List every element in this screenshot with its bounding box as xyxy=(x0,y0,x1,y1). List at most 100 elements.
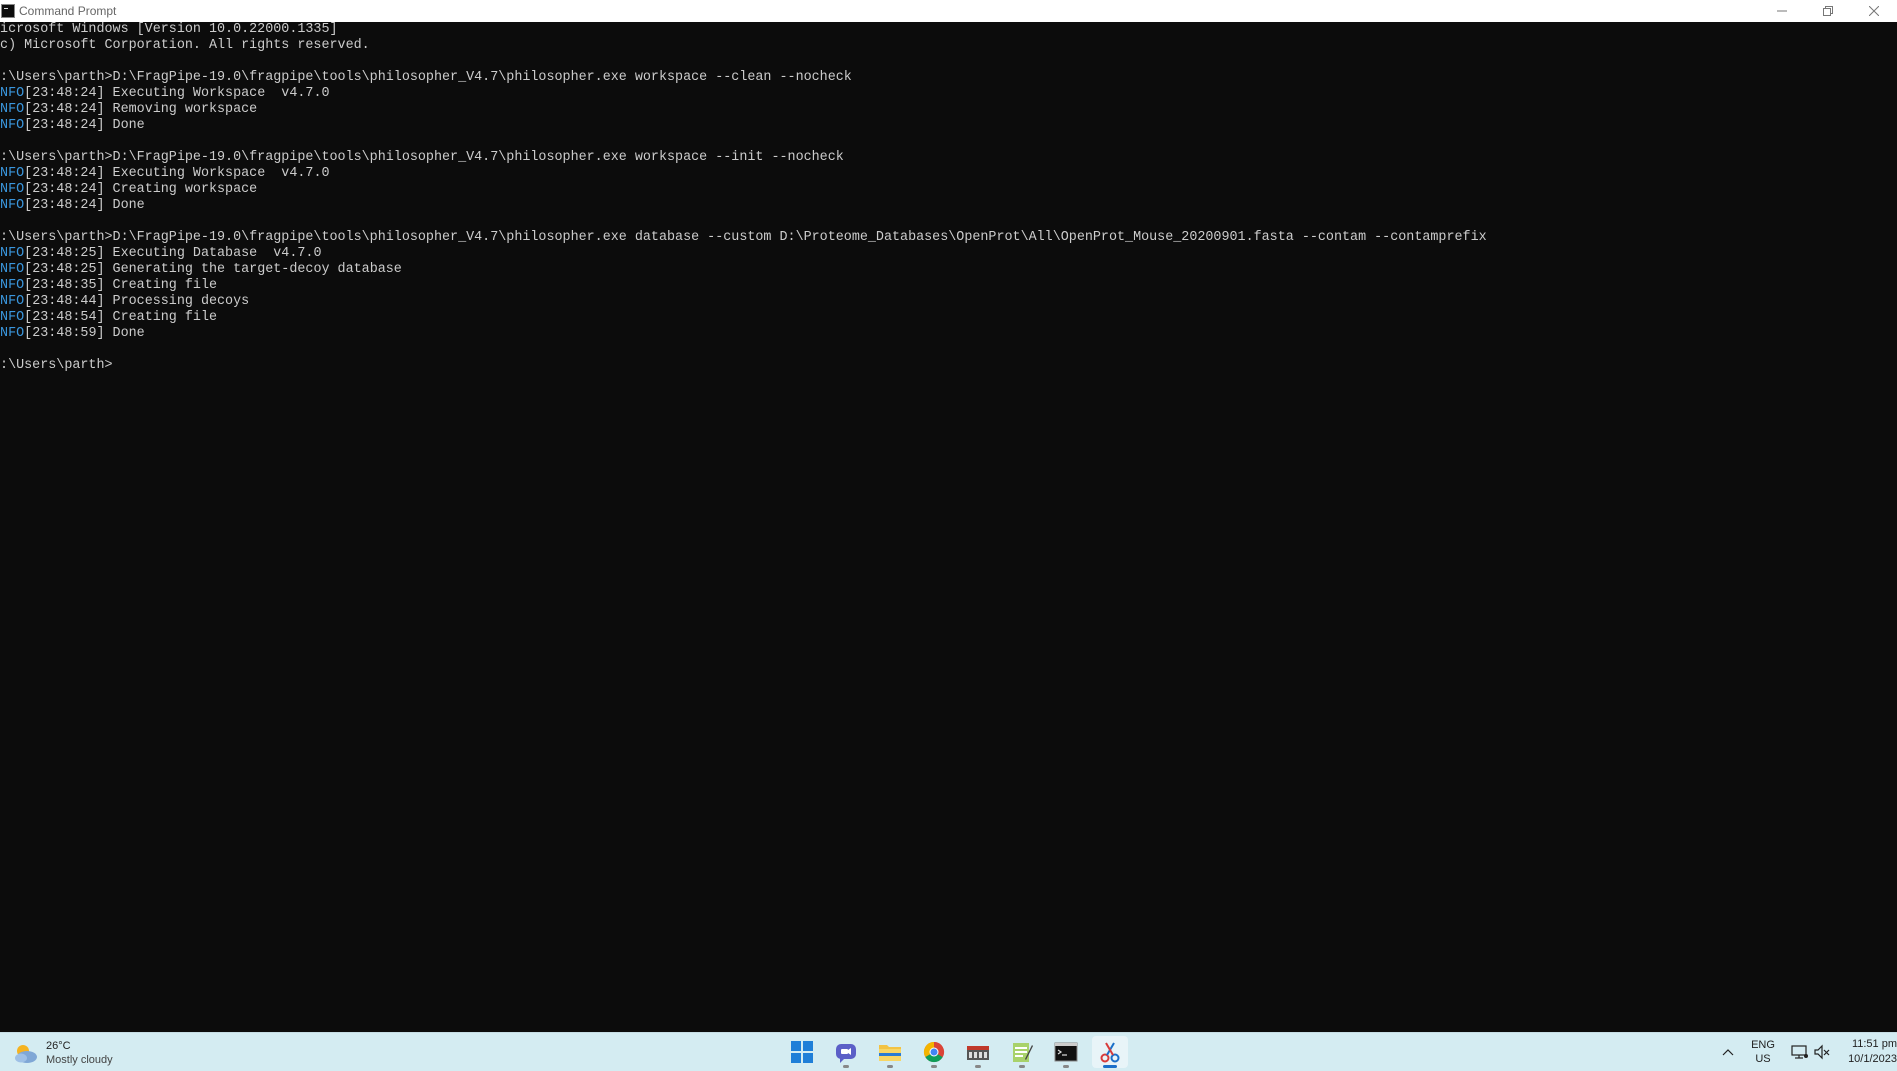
console-text: C:\Users\parth> xyxy=(0,358,113,373)
file-explorer-button[interactable] xyxy=(872,1036,908,1068)
console-line: INFO[23:48:25] Generating the target-dec… xyxy=(0,262,1897,278)
weather-temperature: 26°C xyxy=(46,1039,71,1052)
running-indicator xyxy=(887,1065,893,1068)
minimize-button[interactable] xyxy=(1759,0,1805,22)
log-level-label: INFO xyxy=(0,310,25,325)
console-text: [23:48:44] Processing decoys xyxy=(24,294,250,309)
console-text: C:\Users\parth>D:\FragPipe-19.0\fragpipe… xyxy=(0,230,1487,245)
running-indicator xyxy=(931,1065,937,1068)
console-text: [23:48:54] Creating file xyxy=(24,310,218,325)
log-level-label: INFO xyxy=(0,278,25,293)
console-output[interactable]: Microsoft Windows [Version 10.0.22000.13… xyxy=(0,22,1897,1032)
log-level-label: INFO xyxy=(0,118,25,133)
console-text: [23:48:24] Done xyxy=(24,198,145,213)
restore-icon xyxy=(1823,6,1833,16)
console-line: INFO[23:48:24] Executing Workspace v4.7.… xyxy=(0,86,1897,102)
console-line: INFO[23:48:59] Done xyxy=(0,326,1897,342)
console-line: INFO[23:48:24] Done xyxy=(0,118,1897,134)
log-level-label: INFO xyxy=(0,198,25,213)
speaker-muted-icon xyxy=(1811,1042,1833,1062)
partly-cloudy-icon xyxy=(10,1041,40,1065)
media-app-button[interactable] xyxy=(960,1036,996,1068)
log-level-label: INFO xyxy=(0,326,25,341)
window-title: Command Prompt xyxy=(19,4,117,18)
clock[interactable]: 11:51 pm 10/1/2023 xyxy=(1839,1037,1897,1067)
command-prompt-button[interactable] xyxy=(1048,1036,1084,1068)
console-text: C:\Users\parth>D:\FragPipe-19.0\fragpipe… xyxy=(0,70,852,85)
console-line: INFO[23:48:24] Done xyxy=(0,198,1897,214)
console-text: Microsoft Windows [Version 10.0.22000.13… xyxy=(0,22,338,37)
chrome-icon xyxy=(923,1041,945,1063)
clock-date: 10/1/2023 xyxy=(1848,1053,1897,1065)
console-line: INFO[23:48:24] Executing Workspace v4.7.… xyxy=(0,166,1897,182)
running-indicator xyxy=(975,1065,981,1068)
console-text: [23:48:24] Executing Workspace v4.7.0 xyxy=(24,166,330,181)
chevron-up-icon xyxy=(1722,1049,1734,1056)
command-prompt-icon xyxy=(1,4,15,18)
console-line: C:\Users\parth>D:\FragPipe-19.0\fragpipe… xyxy=(0,70,1897,86)
language-code: ENG xyxy=(1751,1039,1775,1051)
log-level-label: INFO xyxy=(0,166,25,181)
clock-time: 11:51 pm xyxy=(1851,1038,1897,1050)
film-icon xyxy=(967,1046,989,1060)
console-line: (c) Microsoft Corporation. All rights re… xyxy=(0,38,1897,54)
language-indicator[interactable]: ENG US xyxy=(1743,1038,1783,1066)
title-bar: Command Prompt xyxy=(0,0,1897,22)
console-line: C:\Users\parth> xyxy=(0,358,1897,374)
teams-chat-button[interactable] xyxy=(828,1036,864,1068)
running-indicator xyxy=(1019,1065,1025,1068)
taskbar: 26°C Mostly cloudy ENG US 11:51 pm 10/1/… xyxy=(0,1032,1897,1071)
console-text: [23:48:59] Done xyxy=(24,326,145,341)
console-text: C:\Users\parth>D:\FragPipe-19.0\fragpipe… xyxy=(0,150,844,165)
log-level-label: INFO xyxy=(0,182,25,197)
show-hidden-icons-button[interactable] xyxy=(1713,1048,1743,1056)
log-level-label: INFO xyxy=(0,246,25,261)
running-indicator xyxy=(1063,1065,1069,1068)
console-text: [23:48:35] Creating file xyxy=(24,278,218,293)
console-line: INFO[23:48:24] Creating workspace xyxy=(0,182,1897,198)
console-text: [23:48:24] Creating workspace xyxy=(24,182,258,197)
notepad-button[interactable] xyxy=(1004,1036,1040,1068)
console-line: INFO[23:48:54] Creating file xyxy=(0,310,1897,326)
console-line: INFO[23:48:25] Executing Database v4.7.0 xyxy=(0,246,1897,262)
log-level-label: INFO xyxy=(0,102,25,117)
minimize-icon xyxy=(1777,10,1787,12)
log-level-label: INFO xyxy=(0,86,25,101)
log-level-label: INFO xyxy=(0,262,25,277)
taskbar-apps xyxy=(784,1036,1136,1068)
console-text: [23:48:24] Removing workspace xyxy=(24,102,258,117)
start-button[interactable] xyxy=(784,1036,820,1068)
terminal-icon xyxy=(1054,1042,1078,1062)
chrome-button[interactable] xyxy=(916,1036,952,1068)
running-indicator xyxy=(843,1065,849,1068)
console-lines: Microsoft Windows [Version 10.0.22000.13… xyxy=(0,22,1897,374)
window-controls xyxy=(1759,0,1897,22)
network-icon xyxy=(1789,1042,1811,1062)
console-line: C:\Users\parth>D:\FragPipe-19.0\fragpipe… xyxy=(0,230,1897,246)
restore-button[interactable] xyxy=(1805,0,1851,22)
console-text: [23:48:25] Executing Database v4.7.0 xyxy=(24,246,322,261)
snipping-tool-button[interactable] xyxy=(1092,1036,1128,1068)
weather-condition: Mostly cloudy xyxy=(46,1053,113,1066)
console-text: [23:48:24] Executing Workspace v4.7.0 xyxy=(24,86,330,101)
folder-icon xyxy=(879,1045,901,1061)
system-tray: ENG US 11:51 pm 10/1/2023 xyxy=(1713,1033,1897,1071)
keyboard-region: US xyxy=(1755,1053,1771,1065)
active-indicator xyxy=(1103,1065,1117,1068)
close-button[interactable] xyxy=(1851,0,1897,22)
notepad-icon xyxy=(1013,1043,1033,1062)
log-level-label: INFO xyxy=(0,294,25,309)
weather-widget[interactable]: 26°C Mostly cloudy xyxy=(10,1037,113,1069)
console-line: Microsoft Windows [Version 10.0.22000.13… xyxy=(0,22,1897,38)
windows-logo-icon xyxy=(791,1041,813,1063)
scissors-icon xyxy=(1100,1042,1120,1063)
console-text: [23:48:24] Done xyxy=(24,118,145,133)
console-text: [23:48:25] Generating the target-decoy d… xyxy=(24,262,402,277)
console-line: INFO[23:48:44] Processing decoys xyxy=(0,294,1897,310)
quick-settings-button[interactable] xyxy=(1789,1042,1833,1062)
close-icon xyxy=(1869,6,1879,16)
